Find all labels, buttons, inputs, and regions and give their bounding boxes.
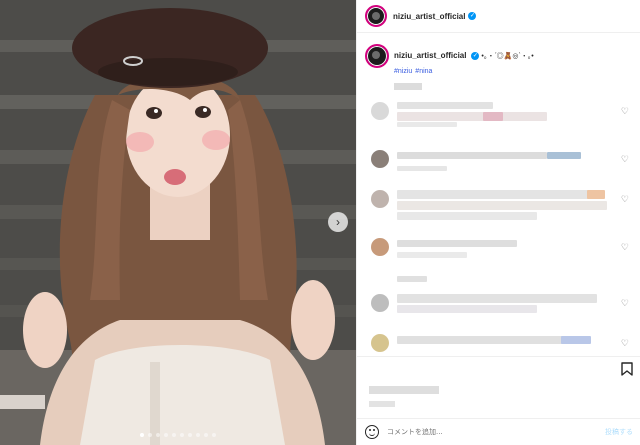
- carousel-dot: [196, 433, 200, 437]
- carousel-dot: [172, 433, 176, 437]
- hashtag-nina[interactable]: #nina: [415, 68, 432, 75]
- heart-icon[interactable]: ♡: [621, 194, 629, 205]
- post-date-redacted: [369, 401, 395, 407]
- post-media[interactable]: ›: [0, 0, 356, 445]
- hashtag-list: #niziu #nina: [394, 68, 435, 75]
- avatar[interactable]: [371, 238, 389, 256]
- carousel-dot: [164, 433, 168, 437]
- carousel-dot: [212, 433, 216, 437]
- caption-body: •｡・ˊ◎🧸◎ˋ・｡•: [481, 53, 534, 60]
- carousel-dot: [204, 433, 208, 437]
- heart-icon[interactable]: ♡: [621, 154, 629, 165]
- verified-badge-icon: ✓: [468, 12, 477, 20]
- post-header: niziu_artist_official ✓: [357, 0, 640, 33]
- bookmark-icon[interactable]: [621, 361, 633, 376]
- caption-username[interactable]: niziu_artist_official: [394, 51, 466, 60]
- list-item: ♡: [365, 100, 633, 128]
- comment-composer: 投稿する: [357, 418, 640, 445]
- post-sidebar: niziu_artist_official ✓ niziu_artist_off…: [356, 0, 640, 445]
- chevron-right-icon: ›: [336, 215, 340, 229]
- avatar[interactable]: [371, 150, 389, 168]
- verified-badge-icon: ✓: [471, 52, 480, 61]
- hashtag-niziu[interactable]: #niziu: [394, 68, 412, 75]
- caption-text: niziu_artist_official ✓ •｡・ˊ◎🧸◎ˋ・｡•: [394, 51, 534, 61]
- avatar[interactable]: [365, 5, 387, 27]
- caption-avatar[interactable]: [365, 44, 389, 68]
- likes-count-redacted: [369, 386, 439, 394]
- caption-time-redacted: [394, 83, 422, 90]
- avatar[interactable]: [371, 294, 389, 312]
- comment-input[interactable]: [387, 428, 605, 436]
- post-comment-button[interactable]: 投稿する: [605, 427, 633, 437]
- carousel-dot: [188, 433, 192, 437]
- list-item: ♡: [365, 148, 633, 176]
- list-item: ♡: [365, 188, 633, 224]
- next-image-button[interactable]: ›: [328, 212, 348, 232]
- avatar[interactable]: [371, 190, 389, 208]
- avatar[interactable]: [371, 334, 389, 352]
- heart-icon[interactable]: ♡: [621, 298, 629, 309]
- caption: niziu_artist_official ✓ •｡・ˊ◎🧸◎ˋ・｡•: [365, 44, 633, 68]
- carousel-dot: [180, 433, 184, 437]
- heart-icon[interactable]: ♡: [621, 338, 629, 349]
- heart-icon[interactable]: ♡: [621, 106, 629, 117]
- carousel-dot: [156, 433, 160, 437]
- username-link[interactable]: niziu_artist_official: [393, 12, 465, 21]
- carousel-indicator: [0, 433, 356, 437]
- carousel-dot: [140, 433, 144, 437]
- action-bar: [357, 356, 640, 380]
- carousel-dot: [148, 433, 152, 437]
- emoji-icon[interactable]: [365, 425, 379, 439]
- list-item: ♡: [365, 292, 633, 320]
- heart-icon[interactable]: ♡: [621, 242, 629, 253]
- list-item: ♡: [365, 236, 633, 264]
- portrait-figure: [0, 8, 335, 445]
- avatar[interactable]: [371, 102, 389, 120]
